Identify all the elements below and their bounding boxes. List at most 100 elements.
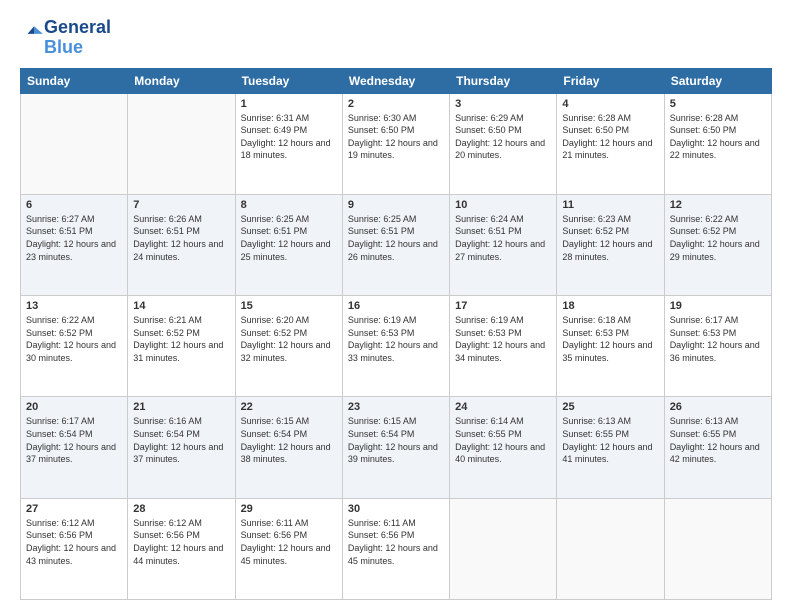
day-info: Sunrise: 6:19 AM Sunset: 6:53 PM Dayligh… bbox=[455, 314, 551, 364]
calendar-cell: 23 Sunrise: 6:15 AM Sunset: 6:54 PM Dayli… bbox=[342, 397, 449, 498]
day-number: 7 bbox=[133, 199, 229, 211]
day-number: 16 bbox=[348, 300, 444, 312]
calendar-cell: 17Sunrise: 6:19 AM Sunset: 6:53 PM Dayli… bbox=[450, 296, 557, 397]
day-number: 12 bbox=[670, 199, 766, 211]
day-number: 5 bbox=[670, 98, 766, 110]
calendar-cell: 19 Sunrise: 6:17 AM Sunset: 6:53 PM Dayli… bbox=[664, 296, 771, 397]
calendar-cell bbox=[21, 93, 128, 194]
calendar-cell: 18 Sunrise: 6:18 AM Sunset: 6:53 PM Dayli… bbox=[557, 296, 664, 397]
day-info: Sunrise: 6:20 AM Sunset: 6:52 PM Dayligh… bbox=[241, 314, 337, 364]
day-number: 23 bbox=[348, 401, 444, 413]
header: General Blue bbox=[20, 18, 772, 58]
day-number: 8 bbox=[241, 199, 337, 211]
calendar-cell: 22 Sunrise: 6:15 AM Sunset: 6:54 PM Dayli… bbox=[235, 397, 342, 498]
day-number: 18 bbox=[562, 300, 658, 312]
col-header-monday: Monday bbox=[128, 68, 235, 93]
day-info: Sunrise: 6:28 AM Sunset: 6:50 PM Dayligh… bbox=[562, 112, 658, 162]
calendar-cell: 15 Sunrise: 6:20 AM Sunset: 6:52 PM Dayli… bbox=[235, 296, 342, 397]
day-info: Sunrise: 6:29 AM Sunset: 6:50 PM Dayligh… bbox=[455, 112, 551, 162]
day-number: 20 bbox=[26, 401, 122, 413]
day-number: 3 bbox=[455, 98, 551, 110]
day-info: Sunrise: 6:11 AM Sunset: 6:56 PM Dayligh… bbox=[241, 517, 337, 567]
day-info: Sunrise: 6:18 AM Sunset: 6:53 PM Dayligh… bbox=[562, 314, 658, 364]
day-info: Sunrise: 6:31 AM Sunset: 6:49 PM Dayligh… bbox=[241, 112, 337, 162]
day-info: Sunrise: 6:24 AM Sunset: 6:51 PM Dayligh… bbox=[455, 213, 551, 263]
day-number: 6 bbox=[26, 199, 122, 211]
logo: General Blue bbox=[20, 18, 111, 58]
calendar-cell: 11 Sunrise: 6:23 AM Sunset: 6:52 PM Dayli… bbox=[557, 194, 664, 295]
calendar-cell: 21 Sunrise: 6:16 AM Sunset: 6:54 PM Dayli… bbox=[128, 397, 235, 498]
day-number: 15 bbox=[241, 300, 337, 312]
day-number: 22 bbox=[241, 401, 337, 413]
calendar-cell: 9 Sunrise: 6:25 AM Sunset: 6:51 PM Daylig… bbox=[342, 194, 449, 295]
logo-icon bbox=[22, 24, 44, 46]
calendar-cell: 6Sunrise: 6:27 AM Sunset: 6:51 PM Daylig… bbox=[21, 194, 128, 295]
day-info: Sunrise: 6:12 AM Sunset: 6:56 PM Dayligh… bbox=[26, 517, 122, 567]
calendar-cell bbox=[557, 498, 664, 599]
logo-text: General Blue bbox=[44, 18, 111, 58]
day-info: Sunrise: 6:25 AM Sunset: 6:51 PM Dayligh… bbox=[348, 213, 444, 263]
day-number: 30 bbox=[348, 503, 444, 515]
day-number: 4 bbox=[562, 98, 658, 110]
calendar-cell bbox=[450, 498, 557, 599]
calendar-cell: 1Sunrise: 6:31 AM Sunset: 6:49 PM Daylig… bbox=[235, 93, 342, 194]
day-info: Sunrise: 6:19 AM Sunset: 6:53 PM Dayligh… bbox=[348, 314, 444, 364]
col-header-sunday: Sunday bbox=[21, 68, 128, 93]
day-info: Sunrise: 6:15 AM Sunset: 6:54 PM Dayligh… bbox=[348, 415, 444, 465]
day-number: 28 bbox=[133, 503, 229, 515]
day-info: Sunrise: 6:13 AM Sunset: 6:55 PM Dayligh… bbox=[670, 415, 766, 465]
day-info: Sunrise: 6:26 AM Sunset: 6:51 PM Dayligh… bbox=[133, 213, 229, 263]
day-number: 19 bbox=[670, 300, 766, 312]
day-info: Sunrise: 6:23 AM Sunset: 6:52 PM Dayligh… bbox=[562, 213, 658, 263]
calendar-cell: 25 Sunrise: 6:13 AM Sunset: 6:55 PM Dayli… bbox=[557, 397, 664, 498]
day-number: 29 bbox=[241, 503, 337, 515]
day-info: Sunrise: 6:17 AM Sunset: 6:54 PM Dayligh… bbox=[26, 415, 122, 465]
col-header-wednesday: Wednesday bbox=[342, 68, 449, 93]
day-info: Sunrise: 6:11 AM Sunset: 6:56 PM Dayligh… bbox=[348, 517, 444, 567]
day-number: 11 bbox=[562, 199, 658, 211]
calendar-cell: 12 Sunrise: 6:22 AM Sunset: 6:52 PM Dayli… bbox=[664, 194, 771, 295]
day-number: 21 bbox=[133, 401, 229, 413]
day-info: Sunrise: 6:17 AM Sunset: 6:53 PM Dayligh… bbox=[670, 314, 766, 364]
calendar-cell: 26Sunrise: 6:13 AM Sunset: 6:55 PM Dayli… bbox=[664, 397, 771, 498]
calendar-cell: 10 Sunrise: 6:24 AM Sunset: 6:51 PM Dayli… bbox=[450, 194, 557, 295]
calendar-cell: 24 Sunrise: 6:14 AM Sunset: 6:55 PM Dayli… bbox=[450, 397, 557, 498]
calendar-cell: 13 Sunrise: 6:22 AM Sunset: 6:52 PM Dayli… bbox=[21, 296, 128, 397]
day-number: 27 bbox=[26, 503, 122, 515]
calendar-cell: 16 Sunrise: 6:19 AM Sunset: 6:53 PM Dayli… bbox=[342, 296, 449, 397]
page: General Blue SundayMondayTuesdayWednesda… bbox=[0, 0, 792, 612]
calendar-cell: 4 Sunrise: 6:28 AM Sunset: 6:50 PM Daylig… bbox=[557, 93, 664, 194]
day-info: Sunrise: 6:14 AM Sunset: 6:55 PM Dayligh… bbox=[455, 415, 551, 465]
calendar-cell: 14 Sunrise: 6:21 AM Sunset: 6:52 PM Dayli… bbox=[128, 296, 235, 397]
day-number: 13 bbox=[26, 300, 122, 312]
calendar-cell bbox=[664, 498, 771, 599]
calendar-cell: 7 Sunrise: 6:26 AM Sunset: 6:51 PM Daylig… bbox=[128, 194, 235, 295]
day-info: Sunrise: 6:21 AM Sunset: 6:52 PM Dayligh… bbox=[133, 314, 229, 364]
calendar-cell: 8Sunrise: 6:25 AM Sunset: 6:51 PM Daylig… bbox=[235, 194, 342, 295]
day-number: 10 bbox=[455, 199, 551, 211]
day-number: 2 bbox=[348, 98, 444, 110]
calendar-cell bbox=[128, 93, 235, 194]
calendar-cell: 28 Sunrise: 6:12 AM Sunset: 6:56 PM Dayli… bbox=[128, 498, 235, 599]
day-number: 24 bbox=[455, 401, 551, 413]
calendar-cell: 20 Sunrise: 6:17 AM Sunset: 6:54 PM Dayli… bbox=[21, 397, 128, 498]
day-info: Sunrise: 6:22 AM Sunset: 6:52 PM Dayligh… bbox=[26, 314, 122, 364]
calendar-table: SundayMondayTuesdayWednesdayThursdayFrid… bbox=[20, 68, 772, 600]
day-info: Sunrise: 6:12 AM Sunset: 6:56 PM Dayligh… bbox=[133, 517, 229, 567]
day-info: Sunrise: 6:16 AM Sunset: 6:54 PM Dayligh… bbox=[133, 415, 229, 465]
calendar-cell: 29 Sunrise: 6:11 AM Sunset: 6:56 PM Dayli… bbox=[235, 498, 342, 599]
day-info: Sunrise: 6:30 AM Sunset: 6:50 PM Dayligh… bbox=[348, 112, 444, 162]
col-header-saturday: Saturday bbox=[664, 68, 771, 93]
day-info: Sunrise: 6:28 AM Sunset: 6:50 PM Dayligh… bbox=[670, 112, 766, 162]
day-number: 25 bbox=[562, 401, 658, 413]
calendar-cell: 27 Sunrise: 6:12 AM Sunset: 6:56 PM Dayli… bbox=[21, 498, 128, 599]
col-header-tuesday: Tuesday bbox=[235, 68, 342, 93]
day-number: 14 bbox=[133, 300, 229, 312]
calendar-cell: 3 Sunrise: 6:29 AM Sunset: 6:50 PM Daylig… bbox=[450, 93, 557, 194]
day-info: Sunrise: 6:22 AM Sunset: 6:52 PM Dayligh… bbox=[670, 213, 766, 263]
calendar-cell: 2 Sunrise: 6:30 AM Sunset: 6:50 PM Daylig… bbox=[342, 93, 449, 194]
day-info: Sunrise: 6:15 AM Sunset: 6:54 PM Dayligh… bbox=[241, 415, 337, 465]
day-number: 9 bbox=[348, 199, 444, 211]
day-info: Sunrise: 6:13 AM Sunset: 6:55 PM Dayligh… bbox=[562, 415, 658, 465]
col-header-thursday: Thursday bbox=[450, 68, 557, 93]
